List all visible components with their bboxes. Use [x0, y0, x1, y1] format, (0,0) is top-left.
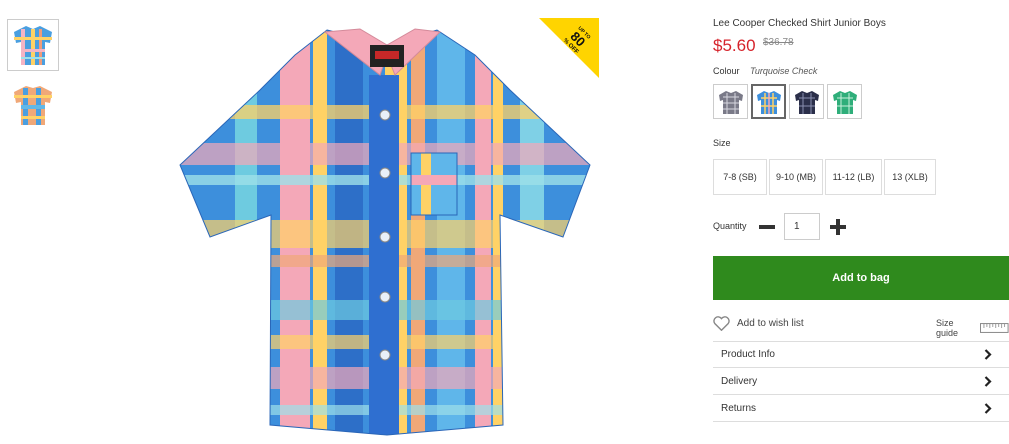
plaid-shirt-image: [179, 28, 591, 436]
chevron-right-icon: [984, 349, 992, 360]
colour-value: Turquoise Check: [750, 66, 818, 76]
shirt-navy-icon: [794, 90, 819, 114]
main-product-image[interactable]: [175, 15, 600, 440]
size-option-13[interactable]: 13 (XLB): [884, 159, 936, 195]
accordion-label: Returns: [721, 402, 757, 414]
discount-badge: UP TO 80 % OFF: [539, 18, 599, 78]
chevron-right-icon: [984, 402, 992, 414]
heart-icon: [713, 316, 730, 331]
swatch-green-check[interactable]: [827, 84, 862, 119]
size-guide-link[interactable]: Size guide: [936, 318, 1009, 338]
product-price: $5.60: [713, 36, 756, 55]
accordion-returns[interactable]: Returns: [713, 395, 1009, 422]
wishlist-label: Add to wish list: [737, 318, 804, 329]
quantity-label: Quantity: [713, 221, 747, 231]
size-option-7-8[interactable]: 7-8 (SB): [713, 159, 767, 195]
ruler-icon: [980, 323, 1009, 333]
accordion-delivery[interactable]: Delivery: [713, 368, 1009, 395]
size-options: 7-8 (SB) 9-10 (MB) 11-12 (LB) 13 (XLB): [713, 159, 936, 195]
front-view-thumbnail[interactable]: [7, 19, 59, 71]
swatch-navy-check[interactable]: [789, 84, 824, 119]
chevron-right-icon: [984, 375, 992, 387]
swatch-grey-check[interactable]: [713, 84, 748, 119]
shirt-green-icon: [832, 90, 857, 114]
colour-swatches: [713, 84, 862, 119]
shirt-grey-icon: [718, 90, 743, 114]
quantity-increase-button[interactable]: [830, 219, 846, 235]
product-details-accordion: Product Info Delivery Returns: [713, 341, 1009, 422]
thumbnail-gallery: [7, 19, 59, 139]
accordion-label: Product Info: [721, 349, 775, 360]
shirt-front-icon: [14, 26, 52, 65]
colour-selection: Colour Turquoise Check: [713, 66, 817, 76]
colour-label: Colour: [713, 66, 740, 76]
size-option-11-12[interactable]: 11-12 (LB): [825, 159, 882, 195]
minus-icon: [759, 225, 775, 229]
shirt-back-icon: [14, 86, 52, 125]
accordion-product-info[interactable]: Product Info: [713, 341, 1009, 368]
shirt-turquoise-icon: [756, 90, 781, 114]
add-to-wishlist-link[interactable]: Add to wish list: [713, 316, 804, 331]
quantity-decrease-button[interactable]: [759, 219, 775, 235]
quantity-input[interactable]: [784, 213, 820, 240]
size-label: Size: [713, 138, 731, 148]
size-option-9-10[interactable]: 9-10 (MB): [769, 159, 823, 195]
add-to-bag-button[interactable]: Add to bag: [713, 256, 1009, 300]
accordion-label: Delivery: [721, 375, 758, 387]
original-price: $36.78: [763, 37, 794, 48]
back-view-thumbnail[interactable]: [7, 79, 59, 131]
product-title: Lee Cooper Checked Shirt Junior Boys: [713, 18, 886, 29]
swatch-turquoise-check[interactable]: [751, 84, 786, 119]
size-guide-label: Size guide: [936, 318, 959, 338]
